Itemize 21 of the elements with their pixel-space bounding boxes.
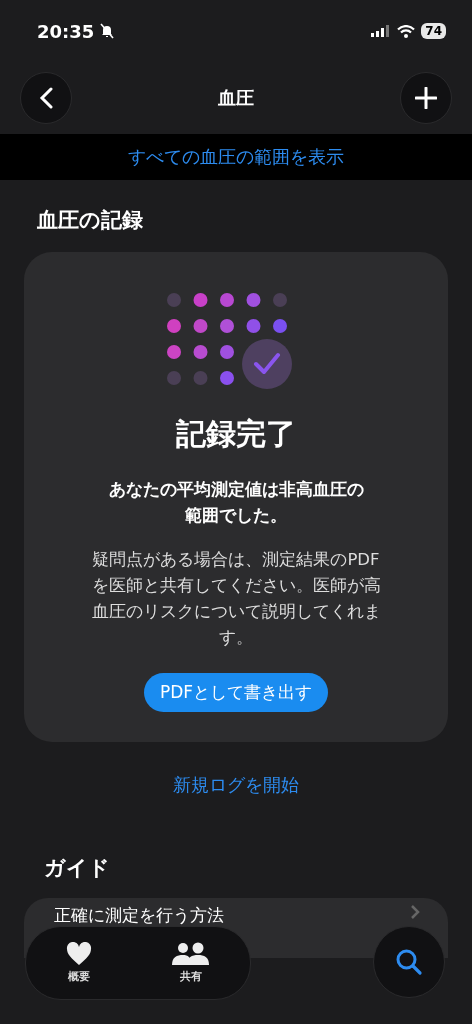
plus-icon [415, 87, 437, 109]
signal-icon [371, 25, 392, 37]
clock-time: 20:35 [37, 20, 95, 42]
ranges-link[interactable]: すべての血圧の範囲を表示 [122, 144, 350, 170]
battery-level: 74 [421, 23, 446, 39]
back-icon [39, 87, 53, 109]
muted-bell-icon [100, 23, 115, 39]
summary-text: あなたの平均測定値は非高血圧の範囲でした。 [107, 479, 365, 527]
back-button[interactable] [20, 72, 72, 124]
add-button[interactable] [400, 72, 452, 124]
card-title: 記録完了 [176, 415, 296, 453]
wifi-icon [397, 24, 416, 38]
chevron-icon [410, 904, 420, 920]
section-heading: 血圧の記録 [37, 207, 144, 234]
new-log-link[interactable]: 新規ログを開始 [167, 772, 305, 798]
people-icon [172, 942, 210, 966]
heart-icon [66, 942, 92, 966]
section-heading: ガイド [44, 855, 111, 882]
body-text: 疑問点がある場合は、測定結果のPDFを医師と共有してください。医師が高血圧のリスクについて説明してくれます。 [90, 549, 382, 649]
page-title: 血圧 [218, 86, 254, 110]
search-icon [395, 948, 423, 976]
